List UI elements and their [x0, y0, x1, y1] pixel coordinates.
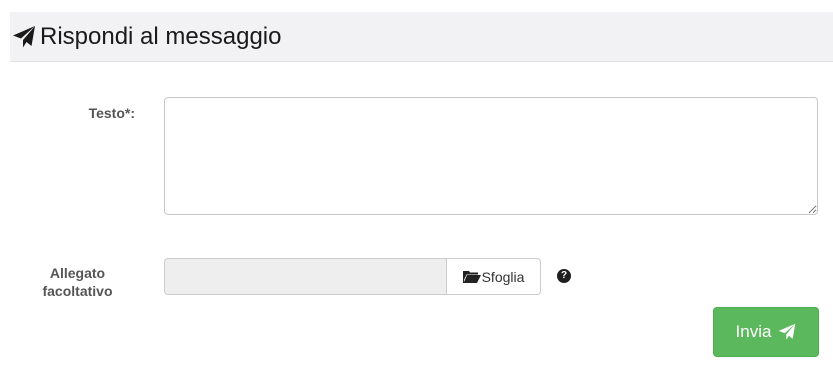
- browse-button[interactable]: Sfoglia: [446, 258, 541, 295]
- paper-plane-icon: [779, 323, 796, 340]
- page-title: Rispondi al messaggio: [40, 23, 282, 50]
- message-textarea[interactable]: [164, 97, 818, 215]
- panel-header: Rispondi al messaggio: [10, 12, 833, 62]
- text-label: Testo*:: [88, 105, 135, 121]
- attachment-label: Allegato facoltativo: [20, 264, 135, 300]
- folder-open-icon: [462, 270, 481, 283]
- browse-label: Sfoglia: [481, 268, 525, 285]
- send-label: Invia: [735, 322, 772, 341]
- send-button[interactable]: Invia: [713, 307, 819, 357]
- paper-plane-icon: [13, 26, 35, 48]
- attachment-filename-field: [164, 258, 447, 295]
- question-circle-icon[interactable]: ?: [557, 269, 571, 283]
- attachment-label-line1: Allegato: [49, 265, 106, 281]
- attachment-label-line2: facoltativo: [42, 283, 113, 299]
